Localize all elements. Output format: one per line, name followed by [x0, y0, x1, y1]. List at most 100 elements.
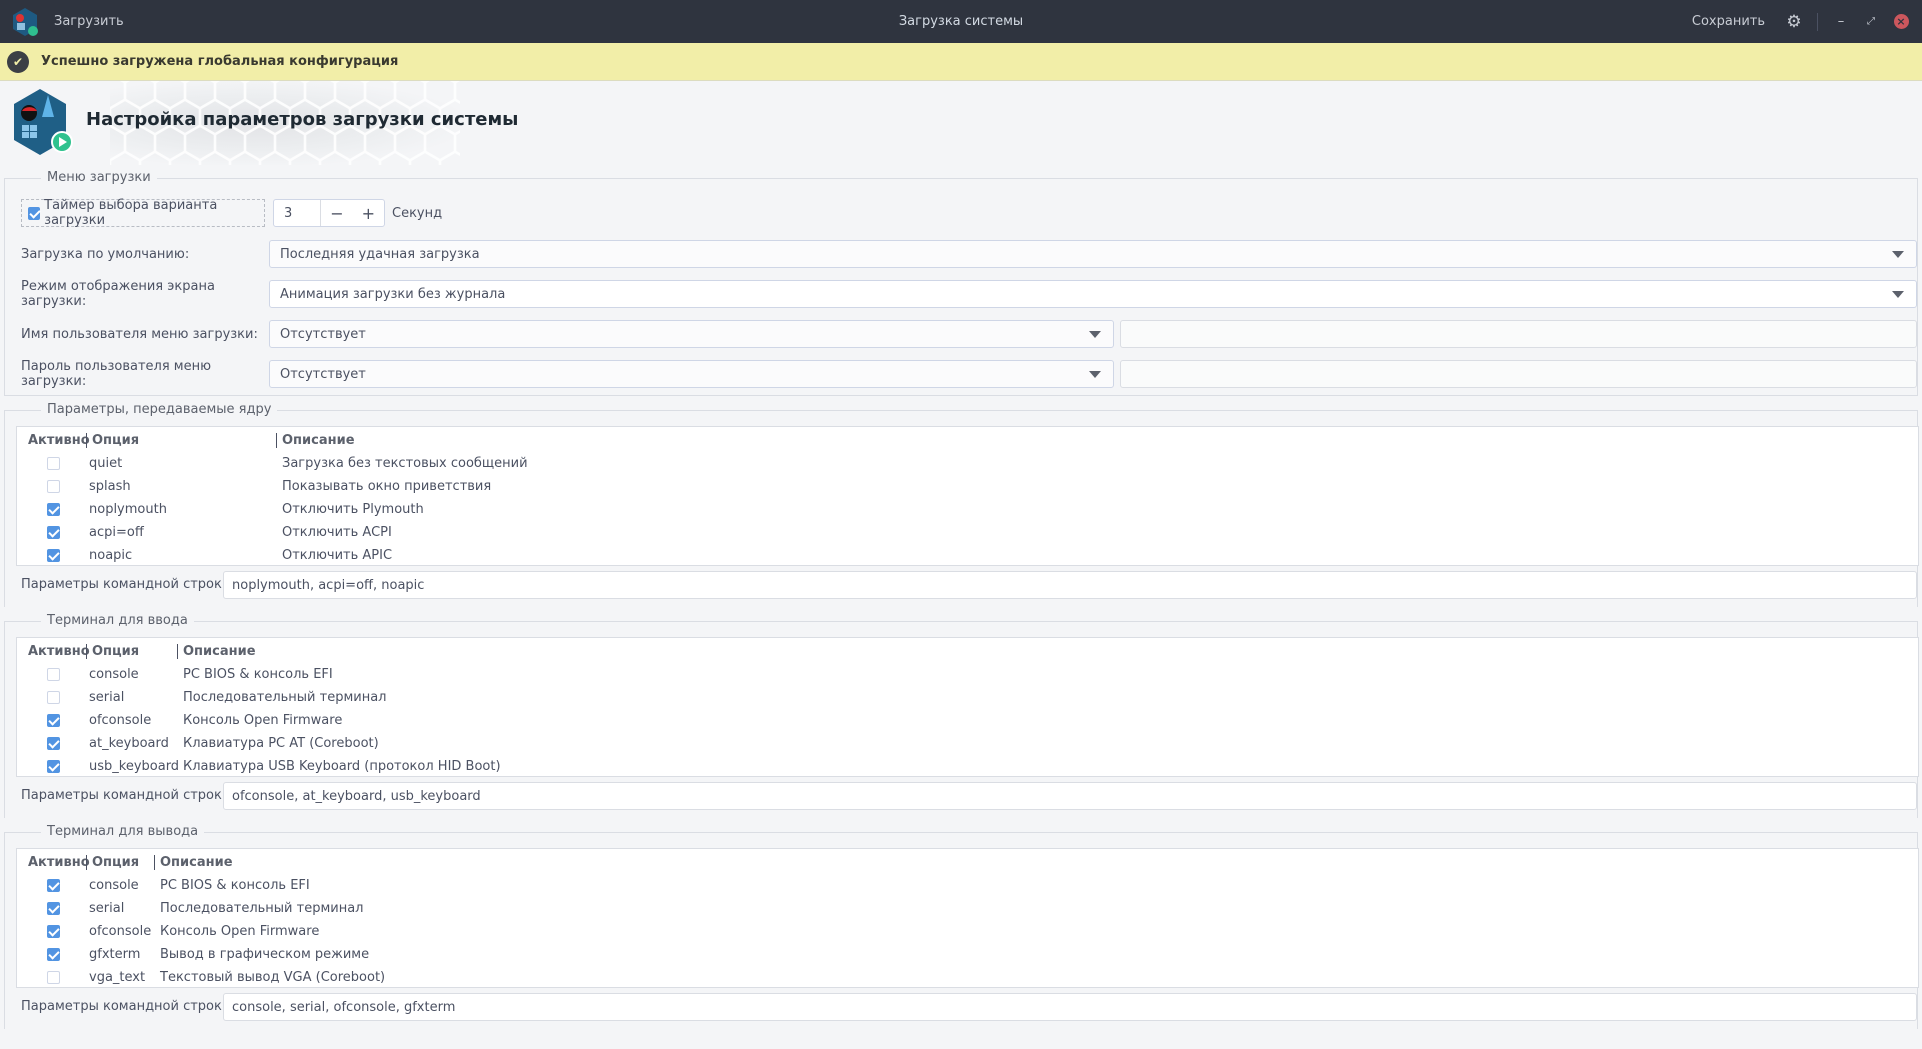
timer-value[interactable]: 3 [274, 200, 322, 226]
decrement-button[interactable]: − [321, 200, 352, 226]
table-row[interactable]: console PC BIOS & консоль EFI [17, 874, 1918, 897]
default-boot-select[interactable]: Последняя удачная загрузка [269, 240, 1917, 268]
option-description: PC BIOS & консоль EFI [160, 878, 310, 893]
table-row[interactable]: acpi=off Отключить ACPI [17, 521, 1918, 544]
checkbox[interactable] [28, 206, 41, 220]
column-header[interactable]: Активно [28, 644, 90, 659]
row-checkbox[interactable] [47, 760, 60, 773]
save-button[interactable]: Сохранить [1678, 0, 1779, 43]
cmdline-label: Параметры командной строки: [21, 788, 235, 803]
option-description: Клавиатура USB Keyboard (протокол HID Bo… [183, 759, 501, 774]
gear-icon[interactable]: ⚙ [1779, 0, 1809, 43]
chevron-down-icon [1089, 331, 1101, 338]
option-name: noplymouth [89, 502, 167, 517]
row-checkbox[interactable] [47, 948, 60, 961]
row-checkbox[interactable] [47, 737, 60, 750]
row-checkbox[interactable] [47, 549, 60, 562]
column-header[interactable]: Описание [154, 855, 233, 870]
increment-button[interactable]: + [353, 200, 384, 226]
row-checkbox[interactable] [47, 902, 60, 915]
option-description: Текстовый вывод VGA (Coreboot) [160, 970, 386, 985]
table-row[interactable]: gfxterm Вывод в графическом режиме [17, 943, 1918, 966]
row-checkbox[interactable] [47, 480, 60, 493]
option-name: serial [89, 690, 125, 705]
table-row[interactable]: noplymouth Отключить Plymouth [17, 498, 1918, 521]
column-header[interactable]: Опция [86, 433, 139, 448]
titlebar: Загрузить Загрузка системы Сохранить ⚙ –… [0, 0, 1922, 43]
window-title: Загрузка системы [898, 14, 1024, 29]
column-header[interactable]: Активно [28, 855, 90, 870]
group-label: Терминал для вывода [41, 824, 205, 839]
row-checkbox[interactable] [47, 668, 60, 681]
table-row[interactable]: splash Показывать окно приветствия [17, 475, 1918, 498]
row-checkbox[interactable] [47, 925, 60, 938]
table-row[interactable]: serial Последовательный терминал [17, 686, 1918, 709]
row-checkbox[interactable] [47, 971, 60, 984]
maximize-icon[interactable]: ⤢ [1856, 0, 1886, 43]
options-table: Активно Опция Описание console PC BIOS & кон… [16, 848, 1919, 988]
display-mode-label: Режим отображения экрана загрузки: [21, 279, 215, 309]
column-header[interactable]: Описание [177, 644, 256, 659]
table-row[interactable]: usb_keyboard Клавиатура USB Keyboard (про… [17, 755, 1918, 778]
column-header[interactable]: Активно [28, 433, 90, 448]
selected-value: Анимация загрузки без журнала [280, 286, 506, 302]
load-button[interactable]: Загрузить [40, 0, 138, 43]
option-description: Консоль Open Firmware [160, 924, 320, 939]
table-row[interactable]: ofconsole Консоль Open Firmware [17, 709, 1918, 732]
option-description: Последовательный терминал [183, 690, 387, 705]
timer-stepper[interactable]: 3 − + [273, 199, 385, 227]
option-description: Последовательный терминал [160, 901, 364, 916]
chevron-down-icon [1089, 371, 1101, 378]
option-name: ofconsole [89, 713, 152, 728]
password-select[interactable]: Отсутствует [269, 360, 1114, 388]
option-description: Отключить APIC [282, 548, 393, 563]
column-header[interactable]: Опция [86, 644, 139, 659]
row-checkbox[interactable] [47, 714, 60, 727]
chevron-down-icon [1892, 251, 1904, 258]
close-icon: × [1893, 14, 1909, 29]
option-name: acpi=off [89, 525, 144, 540]
username-select[interactable]: Отсутствует [269, 320, 1114, 348]
row-checkbox[interactable] [47, 691, 60, 704]
table-row[interactable]: noapic Отключить APIC [17, 544, 1918, 567]
row-checkbox[interactable] [47, 879, 60, 892]
cmdline-input[interactable]: noplymouth, acpi=off, noapic [223, 571, 1917, 599]
close-button[interactable]: × [1886, 0, 1916, 43]
banner-message: Успешно загружена глобальная конфигураци… [41, 54, 399, 69]
password-input[interactable] [1120, 360, 1917, 388]
timer-unit: Секунд [392, 206, 443, 221]
option-description: Показывать окно приветствия [282, 479, 492, 494]
option-name: vga_text [89, 970, 146, 985]
table-row[interactable]: at_keyboard Клавиатура PC AT (Coreboot) [17, 732, 1918, 755]
row-checkbox[interactable] [47, 457, 60, 470]
page-title: Настройка параметров загрузки системы [86, 109, 519, 130]
column-header[interactable]: Описание [276, 433, 355, 448]
username-input[interactable] [1120, 320, 1917, 348]
default-boot-label: Загрузка по умолчанию: [21, 246, 190, 262]
table-row[interactable]: quiet Загрузка без текстовых сообщений [17, 452, 1918, 475]
option-name: splash [89, 479, 131, 494]
row-checkbox[interactable] [47, 503, 60, 516]
app-logo [10, 87, 76, 159]
password-label: Пароль пользователя меню загрузки: [21, 359, 212, 389]
table-row[interactable]: console PC BIOS & консоль EFI [17, 663, 1918, 686]
option-name: gfxterm [89, 947, 141, 962]
column-header[interactable]: Опция [86, 855, 139, 870]
row-checkbox[interactable] [47, 526, 60, 539]
options-table: Активно Опция Описание quiet Загрузка без те… [16, 426, 1919, 566]
table-row[interactable]: ofconsole Консоль Open Firmware [17, 920, 1918, 943]
cmdline-input[interactable]: ofconsole, at_keyboard, usb_keyboard [223, 782, 1917, 810]
timer-label: Таймер выбора варианта загрузки [44, 198, 218, 228]
cmdline-input[interactable]: console, serial, ofconsole, gfxterm [223, 993, 1917, 1021]
table-row[interactable]: vga_text Текстовый вывод VGA (Coreboot) [17, 966, 1918, 989]
cmdline-label: Параметры командной строки: [21, 577, 235, 592]
app-logo-icon [10, 7, 40, 37]
display-mode-select[interactable]: Анимация загрузки без журнала [269, 280, 1917, 308]
minimize-icon[interactable]: – [1826, 0, 1856, 43]
option-description: Загрузка без текстовых сообщений [282, 456, 528, 471]
option-description: PC BIOS & консоль EFI [183, 667, 333, 682]
table-row[interactable]: serial Последовательный терминал [17, 897, 1918, 920]
chevron-down-icon [1892, 291, 1904, 298]
check-circle-icon: ✔ [7, 50, 29, 73]
timer-checkbox[interactable]: Таймер выбора варианта загрузки [21, 198, 265, 228]
